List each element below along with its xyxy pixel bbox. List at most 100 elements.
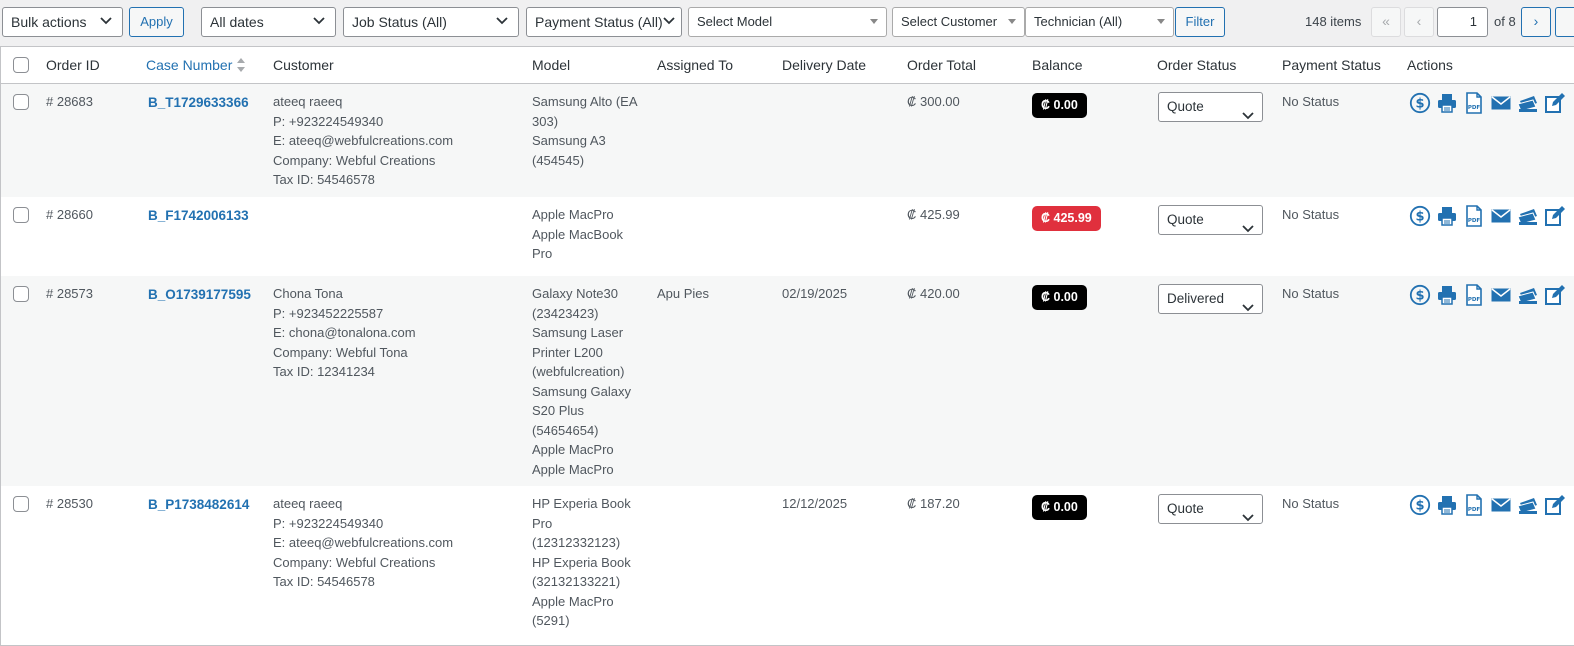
customer-details-line: Company: Webful Creations <box>273 152 436 168</box>
row-checkbox[interactable] <box>13 94 29 110</box>
col-payment-status: Payment Status <box>1282 57 1381 73</box>
model-list-line: S20 Plus <box>532 403 585 418</box>
dollar-icon[interactable]: $ <box>1409 284 1431 306</box>
customer-select[interactable]: Select Customer <box>892 7 1025 37</box>
next-page-button[interactable]: › <box>1521 7 1551 37</box>
order-status-select[interactable]: Quote <box>1158 92 1263 122</box>
svg-text:$: $ <box>1415 289 1424 304</box>
tablenav-top: Bulk actions Apply All dates Job Status … <box>0 0 1574 46</box>
order-total: ₡ 420.00 <box>907 286 960 301</box>
apply-button[interactable]: Apply <box>129 7 184 37</box>
job-status-select[interactable]: Job Status (All) <box>343 7 519 37</box>
model-select[interactable]: Select Model <box>688 7 887 37</box>
order-status-value: Delivered <box>1167 291 1225 306</box>
chevron-down-icon <box>1242 504 1254 532</box>
technician-label: Technician (All) <box>1034 14 1123 29</box>
print-icon[interactable] <box>1436 494 1458 516</box>
customer-details-line: E: ateeq@webfulcreations.com <box>273 133 454 148</box>
model-list-line: Pro <box>532 515 553 531</box>
dollar-icon[interactable]: $ <box>1409 92 1431 114</box>
payments-icon[interactable] <box>1517 205 1539 227</box>
row-checkbox[interactable] <box>13 496 29 512</box>
chevron-down-icon <box>100 8 114 36</box>
pdf-icon[interactable]: PDF <box>1463 284 1485 306</box>
model-list-line: HP Experia Book <box>532 554 631 570</box>
col-customer: Customer <box>273 57 334 73</box>
case-number-link[interactable]: B_P1738482614 <box>148 495 249 515</box>
svg-text:PDF: PDF <box>1468 218 1481 224</box>
email-icon[interactable] <box>1490 284 1512 306</box>
payments-icon[interactable] <box>1517 494 1539 516</box>
print-icon[interactable] <box>1436 284 1458 306</box>
col-order-id: Order ID <box>46 57 100 73</box>
edit-icon[interactable] <box>1544 284 1566 306</box>
delivery-date: 02/19/2025 <box>782 286 848 301</box>
row-checkbox[interactable] <box>13 286 29 302</box>
col-model: Model <box>532 57 571 73</box>
row-checkbox[interactable] <box>13 207 29 223</box>
customer-details-line: P: +923452225587 <box>273 305 384 321</box>
col-order-total: Order Total <box>907 57 976 73</box>
case-number-link[interactable]: B_T1729633366 <box>148 93 249 113</box>
current-page-input[interactable]: 1 <box>1437 7 1488 37</box>
email-icon[interactable] <box>1490 92 1512 114</box>
customer-details-line: Tax ID: 54546578 <box>273 574 375 589</box>
dates-label: All dates <box>210 14 264 30</box>
col-assigned-to: Assigned To <box>657 57 734 73</box>
model-list-line: (5291) <box>532 613 570 628</box>
row-actions: $ PDF <box>1409 284 1566 306</box>
payments-icon[interactable] <box>1517 92 1539 114</box>
pdf-icon[interactable]: PDF <box>1463 494 1485 516</box>
svg-text:PDF: PDF <box>1468 105 1481 111</box>
col-actions: Actions <box>1407 57 1453 73</box>
svg-text:PDF: PDF <box>1468 297 1481 303</box>
jobs-table: Order ID Case Number Customer Model Assi… <box>0 46 1574 646</box>
balance-badge: ₡ 425.99 <box>1032 206 1101 231</box>
email-icon[interactable] <box>1490 494 1512 516</box>
order-status-select[interactable]: Quote <box>1158 205 1263 235</box>
email-icon[interactable] <box>1490 205 1512 227</box>
chevron-down-icon <box>496 8 510 36</box>
svg-text:PDF: PDF <box>1468 507 1481 513</box>
edit-icon[interactable] <box>1544 494 1566 516</box>
dollar-icon[interactable]: $ <box>1409 205 1431 227</box>
edit-icon[interactable] <box>1544 92 1566 114</box>
case-number-link[interactable]: B_O1739177595 <box>148 285 251 305</box>
payments-icon[interactable] <box>1517 284 1539 306</box>
select-all-checkbox[interactable] <box>13 57 29 73</box>
pdf-icon[interactable]: PDF <box>1463 92 1485 114</box>
col-case-number[interactable]: Case Number <box>146 57 246 76</box>
edit-icon[interactable] <box>1544 205 1566 227</box>
bulk-actions-select[interactable]: Bulk actions <box>2 7 123 37</box>
row-actions: $ PDF <box>1409 92 1566 114</box>
assigned-to: Apu Pies <box>657 286 710 301</box>
model-list: Samsung Alto (EA 303) Samsung A3 (454545) <box>532 92 652 170</box>
order-status-value: Quote <box>1167 212 1204 227</box>
order-status-select[interactable]: Quote <box>1158 494 1263 524</box>
technician-select[interactable]: Technician (All) <box>1025 7 1174 37</box>
customer-details-line: P: +923224549340 <box>273 515 384 531</box>
order-status-select[interactable]: Delivered <box>1158 284 1263 314</box>
last-page-button[interactable] <box>1555 7 1574 37</box>
model-list-line: 303) <box>532 113 559 129</box>
order-total: ₡ 300.00 <box>907 94 960 109</box>
model-list-line: Printer L200 <box>532 344 603 360</box>
model-label: Select Model <box>697 14 773 29</box>
dates-select[interactable]: All dates <box>201 7 336 37</box>
table-row: # 28683 B_T1729633366 ateeq raeeq P: +92322… <box>1 84 1574 197</box>
print-icon[interactable] <box>1436 92 1458 114</box>
customer-details-line: Company: Webful Tona <box>273 344 408 360</box>
order-id: # 28530 <box>46 496 93 511</box>
dollar-icon[interactable]: $ <box>1409 494 1431 516</box>
filter-button[interactable]: Filter <box>1175 7 1225 37</box>
case-number-link[interactable]: B_F1742006133 <box>148 206 249 226</box>
model-list-line: Apple MacPro <box>532 461 614 477</box>
payment-status-select[interactable]: Payment Status (All) <box>526 7 682 37</box>
bulk-actions-label: Bulk actions <box>11 14 87 30</box>
col-order-status: Order Status <box>1157 57 1237 73</box>
pdf-icon[interactable]: PDF <box>1463 205 1485 227</box>
model-list-line: Samsung Galaxy <box>532 383 631 399</box>
model-list-line: Galaxy Note30 <box>532 286 618 301</box>
print-icon[interactable] <box>1436 205 1458 227</box>
order-status-value: Quote <box>1167 501 1204 516</box>
